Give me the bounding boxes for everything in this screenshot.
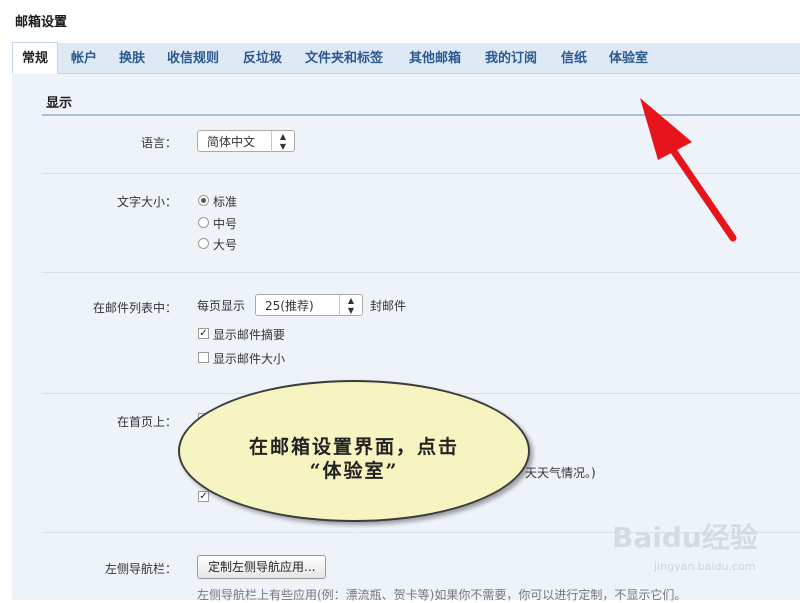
- annotation-line-1: 在邮箱设置界面，点击: [248, 436, 459, 458]
- page-title: 邮箱设置: [15, 15, 68, 30]
- per-page-suffix: 封邮件: [370, 299, 407, 313]
- per-page-prefix: 每页显示: [197, 299, 246, 313]
- baidu-logo: Baidu经验: [612, 521, 758, 554]
- red-arrow-icon: [640, 98, 737, 242]
- select-arrows-icon: ▲ ▼: [339, 295, 362, 316]
- settings-tab-bar: 常规 帐户 换肤 收信规则 反垃圾 文件夹和标签 其他邮箱 我的订阅 信纸 体验…: [12, 42, 800, 74]
- font-size-large-radio[interactable]: [198, 238, 209, 249]
- show-summary-label: 显示邮件摘要: [213, 328, 286, 342]
- tab-anti-spam[interactable]: 反垃圾: [243, 43, 282, 73]
- language-label: 语言：: [140, 136, 177, 150]
- language-select[interactable]: 简体中文 ▲ ▼: [197, 130, 295, 152]
- show-size-checkbox[interactable]: [198, 352, 209, 363]
- mail-list-label: 在邮件列表中：: [92, 301, 177, 315]
- show-summary-checkbox[interactable]: ✓: [198, 328, 209, 339]
- annotation-bubble: 在邮箱设置界面，点击 “体验室”: [178, 380, 530, 522]
- tab-folders-labels[interactable]: 文件夹和标签: [305, 43, 383, 73]
- customize-left-nav-button[interactable]: 定制左侧导航应用...: [197, 555, 327, 579]
- select-arrows-icon: ▲ ▼: [271, 131, 294, 152]
- font-size-standard-label: 标准: [213, 195, 238, 209]
- tab-general[interactable]: 常规: [12, 42, 59, 74]
- font-size-large-label: 大号: [213, 238, 238, 252]
- tab-skin[interactable]: 换肤: [119, 43, 145, 73]
- per-page-select[interactable]: 25(推荐) ▲ ▼: [255, 294, 363, 316]
- home-page-label: 在首页上：: [116, 415, 177, 429]
- row-divider: [42, 272, 800, 273]
- tab-my-subscriptions[interactable]: 我的订阅: [485, 43, 537, 73]
- watermark-url: jingyan.baidu.com: [654, 560, 756, 573]
- left-nav-help-text: 左侧导航栏上有些应用(例：漂流瓶、贺卡等)如果你不需要，你可以进行定制，不显示它…: [197, 588, 687, 602]
- font-size-medium-label: 中号: [213, 217, 238, 231]
- tab-inbox-rules[interactable]: 收信规则: [167, 43, 219, 73]
- annotation-line-2: “体验室”: [309, 460, 399, 482]
- left-nav-label: 左侧导航栏：: [104, 562, 177, 576]
- language-select-value: 简体中文: [207, 135, 256, 149]
- weather-text-fragment: 天天气情况。): [525, 466, 596, 480]
- tab-other-mailboxes[interactable]: 其他邮箱: [409, 43, 461, 73]
- font-size-medium-radio[interactable]: [198, 217, 209, 228]
- per-page-select-value: 25(推荐): [265, 299, 314, 313]
- tab-lab[interactable]: 体验室: [609, 43, 648, 73]
- home-page-option-checkbox-2[interactable]: ✓: [198, 491, 209, 502]
- tab-account[interactable]: 帐户: [71, 43, 97, 73]
- section-title-display: 显示: [46, 96, 73, 111]
- show-size-label: 显示邮件大小: [213, 352, 286, 366]
- font-size-label: 文字大小：: [116, 195, 177, 209]
- tab-stationery[interactable]: 信纸: [561, 43, 587, 73]
- font-size-standard-radio[interactable]: [198, 195, 209, 206]
